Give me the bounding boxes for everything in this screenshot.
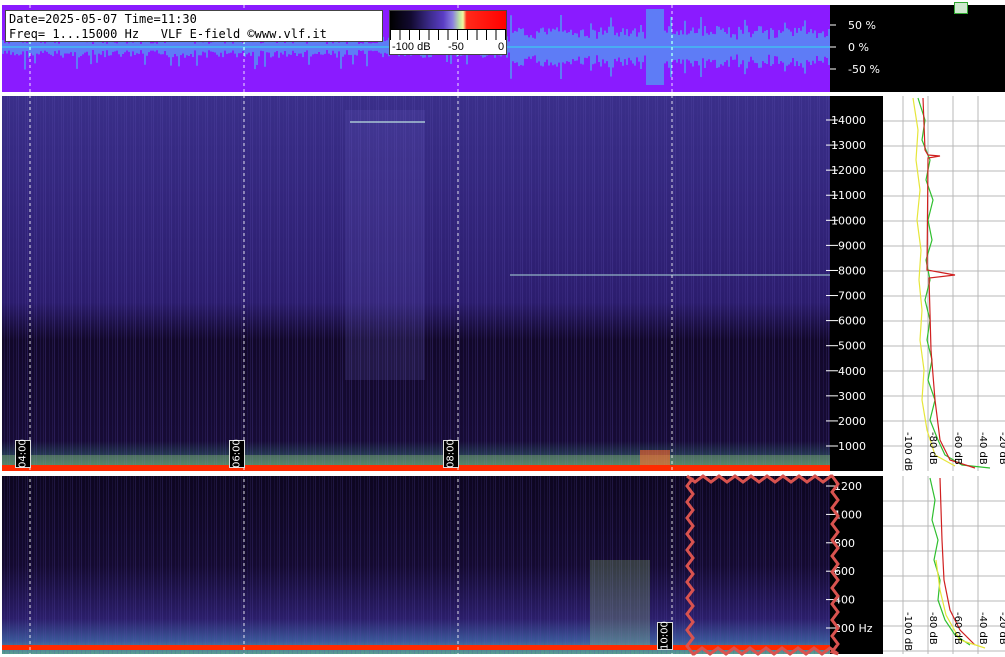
colorbar-label-min: -100 dB	[392, 41, 431, 53]
freq-info-text: Freq= 1...15000 Hz VLF E-field ©www.vlf.…	[9, 27, 327, 41]
header-info-box: Date=2025-05-07 Time=11:30 Freq= 1...150…	[5, 10, 383, 42]
freq-label-upper: 11000	[831, 189, 866, 202]
colorbar-legend: -100 dB -50 0	[389, 10, 507, 55]
spectrogram-lower	[2, 476, 830, 654]
waveform-axis-label: 0 %	[848, 41, 869, 54]
spectrum-db-label: -40 dB	[977, 432, 988, 465]
spectrum-db-label: -60 dB	[952, 612, 963, 645]
freq-label-upper: 2000	[838, 415, 866, 428]
window-corner-icon[interactable]	[954, 2, 968, 14]
vlf-spectrogram-viewer: 50 % 0 % -50 % 14000 13000 12000 11000 10000 90…	[0, 0, 1005, 657]
spectrogram-canvas: 50 %0 %-50 % 140001300012000110001000090…	[0, 5, 1005, 656]
date-time-text: Date=2025-05-07 Time=11:30	[9, 12, 197, 26]
freq-label-upper: 7000	[838, 290, 866, 303]
spectrum-plot-upper	[883, 96, 1005, 471]
freq-label-upper: 6000	[838, 315, 866, 328]
spectrum-db-label: -100 dB	[902, 432, 913, 471]
spectrum-db-label: -40 dB	[977, 612, 988, 645]
time-label-0800: 08:00	[443, 440, 459, 468]
freq-label-upper: 12000	[831, 164, 866, 177]
spectrum-db-label: -20 dB	[997, 612, 1005, 645]
freq-label-upper: 4000	[838, 365, 866, 378]
spectrogram-upper	[2, 96, 830, 471]
colorbar-ticks	[390, 29, 506, 40]
time-label-0400: 04:00	[15, 440, 31, 468]
spectrum-db-label: -80 dB	[927, 432, 938, 465]
freq-label-lower: 200 Hz	[834, 622, 873, 635]
spectrum-db-label: -100 dB	[902, 612, 913, 651]
spectrum-db-label: -20 dB	[997, 432, 1005, 465]
waveform-axis-label: -50 %	[848, 63, 880, 76]
time-label-0600: 06:00	[229, 440, 245, 468]
freq-label-upper: 8000	[838, 264, 866, 277]
freq-label-upper: 10000	[831, 214, 866, 227]
freq-label-upper: 1000	[838, 440, 866, 453]
freq-label-upper: 14000	[831, 114, 866, 127]
colorbar-gradient	[390, 11, 506, 29]
freq-label-upper: 9000	[838, 239, 866, 252]
freq-label-upper: 3000	[838, 390, 866, 403]
colorbar-label-mid: -50	[448, 41, 464, 53]
freq-label-upper: 13000	[831, 139, 866, 152]
spectrum-db-label: -60 dB	[952, 432, 963, 465]
freq-label-upper: 5000	[838, 340, 866, 353]
colorbar-label-max: 0	[498, 41, 505, 53]
waveform-axis-label: 50 %	[848, 19, 876, 32]
time-label-1000: 10:00	[657, 622, 673, 650]
spectrum-db-label: -80 dB	[927, 612, 938, 645]
